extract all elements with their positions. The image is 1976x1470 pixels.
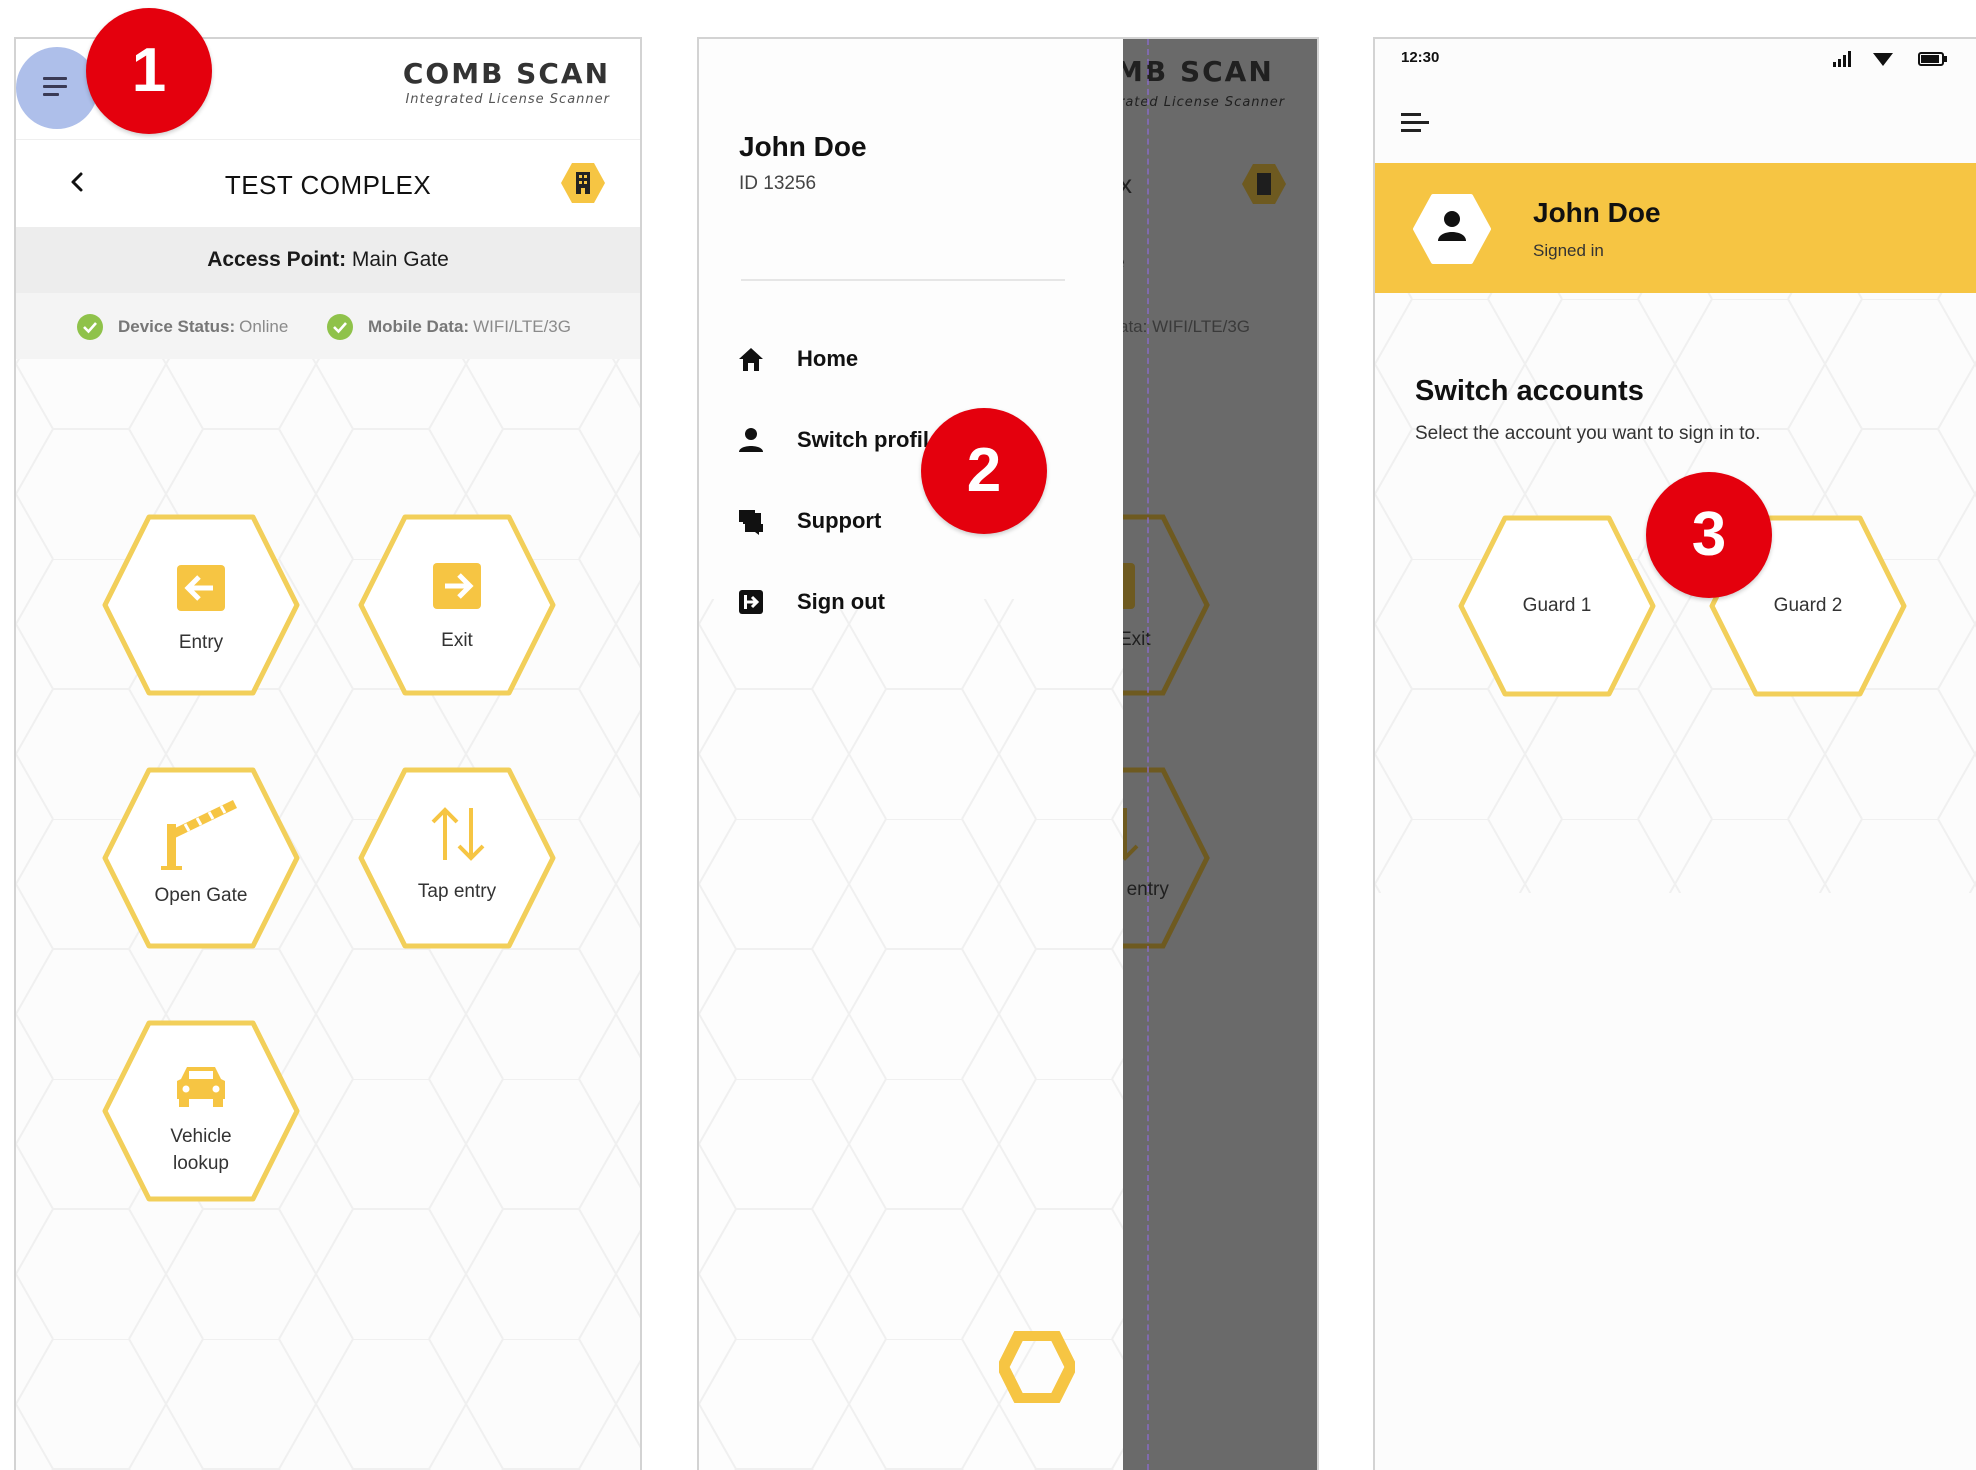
current-account-banner: John Doe Signed in [1375,163,1976,293]
navigation-drawer-screen: MB SCAN rated License Scanner x e ata: W… [697,37,1319,1470]
hamburger-icon[interactable] [1401,111,1431,135]
banner-user-name: John Doe [1533,197,1661,228]
building-icon[interactable] [560,160,606,206]
status-bar: Device Status: Online Mobile Data: WIFI/… [16,293,640,359]
status-time: 12:30 [1401,49,1440,66]
exit-label: Exit [441,630,473,651]
drawer-item-switch-profile[interactable]: Switch profil [737,420,929,460]
guide-line [1147,39,1149,1470]
person-icon [739,428,763,452]
app-logo: COMB SCAN Integrated License Scanner [403,57,610,107]
sign-out-icon [739,590,763,614]
open-gate-button[interactable]: Open Gate [101,766,301,950]
entry-arrow-icon [177,565,225,611]
access-point-bar: Access Point: Main Gate [16,227,640,293]
drawer-item-sign-out[interactable]: Sign out [737,582,885,622]
access-point-value: Main Gate [351,248,449,271]
vehicle-lookup-label: Vehicle lookup [170,1126,232,1174]
check-circle-icon [327,314,353,340]
chat-icon [739,510,763,535]
ghost-status: ata: WIFI/LTE/3G [1121,317,1250,336]
access-point-label: Access Point: [207,248,347,271]
switch-accounts-subtitle: Select the account you want to sign in t… [1415,423,1761,444]
check-circle-icon [77,314,103,340]
ghost-subtitle: rated License Scanner [1121,95,1286,110]
wifi-icon [1873,53,1893,66]
avatar-icon [1413,194,1491,264]
nav-drawer: John Doe ID 13256 Home Switch profil Sup… [699,39,1123,1470]
ghost-tap: › entry [1121,879,1169,900]
entry-label: Entry [178,632,224,653]
menu-button[interactable] [16,47,98,129]
home-screen: COMB SCAN Integrated License Scanner TES… [14,37,642,1470]
ghost-building-icon [1242,164,1286,204]
exit-arrow-icon [433,563,481,609]
drawer-user-id: ID 13256 [739,173,817,194]
swap-arrows-icon [431,807,485,861]
device-status: Device Status: Online [76,313,288,341]
step-marker-1: 1 [86,8,212,134]
honeycomb-background [699,599,1123,1470]
drawer-item-label: Sign out [797,589,885,614]
ghost-logo: MB SCAN [1121,55,1274,88]
vehicle-lookup-button[interactable]: Vehicle lookup [101,1019,301,1203]
drawer-item-label: Home [797,346,859,371]
signal-icon [1833,51,1851,67]
drawer-item-label: Support [797,508,882,533]
entry-button[interactable]: Entry [101,513,301,697]
device-status-value: Online [239,317,289,336]
drawer-item-home[interactable]: Home [737,339,858,379]
system-status-icons [1833,51,1947,67]
dimmed-background[interactable]: MB SCAN rated License Scanner x e ata: W… [1121,39,1317,1470]
hamburger-icon [43,77,67,80]
drawer-divider [741,279,1065,281]
drawer-item-label: Switch profil [797,427,929,452]
account-label: Guard 2 [1773,595,1843,616]
step-marker-3: 3 [1646,472,1772,598]
logo-title: COMB SCAN [402,57,610,90]
car-icon [177,1067,225,1107]
account-label: Guard 1 [1522,595,1592,616]
ghost-exit-hex [1121,514,1210,696]
title-bar: TEST COMPLEX [16,139,640,227]
drawer-user-name: John Doe [739,131,867,162]
mobile-data-value: WIFI/LTE/3G [473,317,571,336]
honeycomb-logo-icon [999,1331,1075,1403]
mobile-data-status: Mobile Data: WIFI/LTE/3G [326,313,571,341]
tap-entry-label: Tap entry [417,881,497,902]
exit-button[interactable]: Exit [357,513,557,697]
battery-icon [1918,52,1947,66]
drawer-item-support[interactable]: Support [737,501,881,541]
logo-subtitle: Integrated License Scanner [405,92,610,107]
device-status-label: Device Status: [118,317,236,336]
open-gate-label: Open Gate [154,885,248,906]
home-icon [739,348,763,371]
page-title: TEST COMPLEX [224,170,432,200]
switch-accounts-heading: Switch accounts [1415,375,1644,407]
account-option-guard-1[interactable]: Guard 1 [1457,514,1657,698]
tap-entry-button[interactable]: Tap entry [357,766,557,950]
switch-accounts-screen: 12:30 John Doe Signed in Switch accounts… [1373,37,1976,1470]
step-marker-2: 2 [921,408,1047,534]
ghost-tap-hex [1121,767,1210,949]
gate-barrier-icon [161,800,237,870]
banner-user-status: Signed in [1533,241,1604,260]
mobile-data-label: Mobile Data: [368,317,470,336]
